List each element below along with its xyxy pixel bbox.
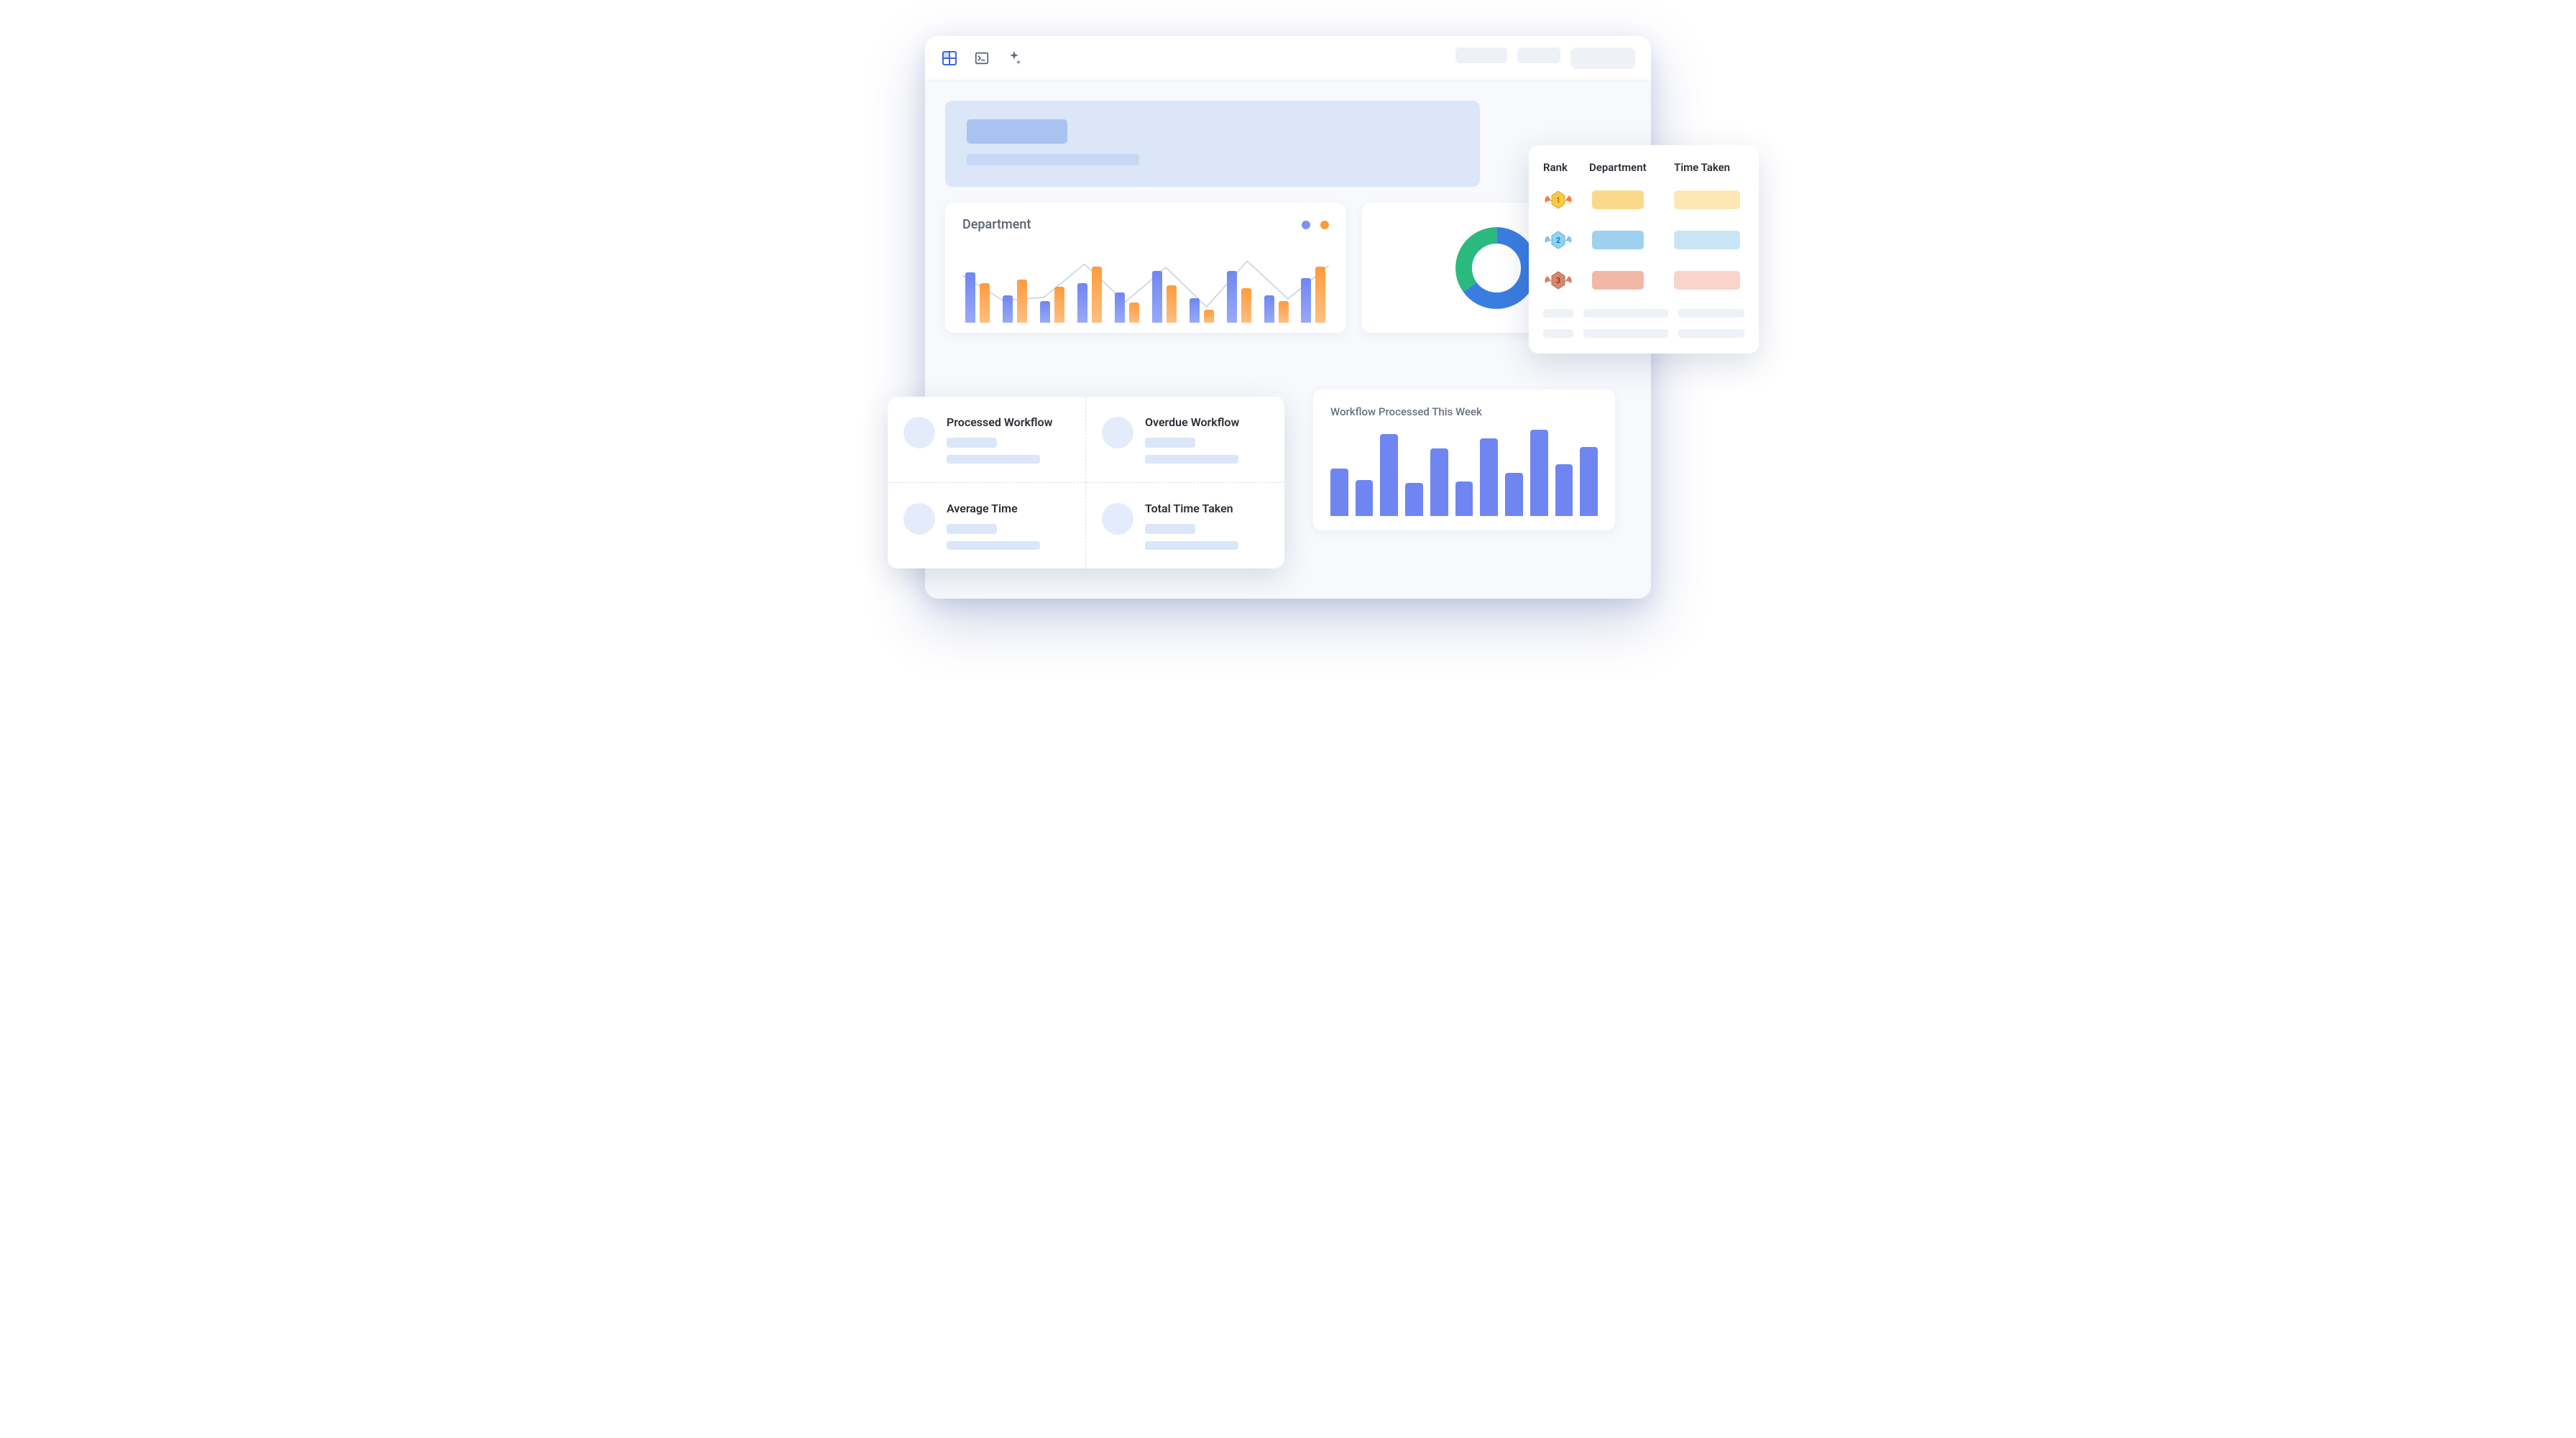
content: Department xyxy=(925,80,1651,599)
banner xyxy=(945,101,1480,187)
rank-row-3: 3 xyxy=(1543,269,1744,292)
department-title: Department xyxy=(962,217,1031,232)
legend-dot-b xyxy=(1320,221,1329,229)
metric-value-placeholder xyxy=(1145,438,1195,448)
metric-icon xyxy=(1102,417,1133,448)
toolbar-action-b[interactable] xyxy=(1517,47,1560,63)
metric-processed-workflow: Processed Workflow xyxy=(888,397,1086,483)
rank-dept-placeholder xyxy=(1592,190,1644,209)
rank-dept-placeholder xyxy=(1592,231,1644,249)
rank-row-ghost xyxy=(1543,329,1744,338)
rank-header-time: Time Taken xyxy=(1674,161,1744,174)
metric-sub-placeholder xyxy=(947,455,1040,464)
badge-gold-icon: 1 xyxy=(1543,188,1573,211)
metric-label: Processed Workflow xyxy=(947,415,1052,429)
metric-sub-placeholder xyxy=(1145,455,1238,464)
badge-silver-icon: 2 xyxy=(1543,229,1573,252)
metric-value-placeholder xyxy=(1145,524,1195,534)
metric-sub-placeholder xyxy=(1145,541,1238,550)
terminal-icon[interactable] xyxy=(974,50,990,66)
metric-label: Total Time Taken xyxy=(1145,502,1238,515)
metrics-card: Processed Workflow Overdue Workflow Aver… xyxy=(888,397,1284,568)
rank-row-2: 2 xyxy=(1543,229,1744,252)
rank-row-1: 1 xyxy=(1543,188,1744,211)
rank-header-rank: Rank xyxy=(1543,161,1589,174)
badge-bronze-icon: 3 xyxy=(1543,269,1573,292)
rank-time-placeholder xyxy=(1674,271,1740,290)
workflow-week-card: Workflow Processed This Week xyxy=(1313,390,1615,530)
donut-chart xyxy=(1453,225,1540,311)
workflow-week-title: Workflow Processed This Week xyxy=(1330,405,1598,418)
svg-text:3: 3 xyxy=(1556,276,1560,285)
department-card: Department xyxy=(945,203,1346,333)
metric-overdue-workflow: Overdue Workflow xyxy=(1086,397,1284,483)
metric-label: Average Time xyxy=(947,502,1040,515)
legend-dot-a xyxy=(1302,221,1310,229)
rank-time-placeholder xyxy=(1674,231,1740,249)
svg-text:1: 1 xyxy=(1556,195,1560,205)
sparkle-icon[interactable] xyxy=(1006,50,1023,67)
department-legend xyxy=(1302,221,1329,229)
app-window: Department xyxy=(925,36,1651,599)
rank-time-placeholder xyxy=(1674,190,1740,209)
svg-text:2: 2 xyxy=(1556,236,1560,245)
metric-icon xyxy=(903,417,935,448)
workflow-week-chart xyxy=(1330,430,1598,516)
banner-title-placeholder xyxy=(967,119,1067,144)
dashboard-icon[interactable] xyxy=(941,50,958,67)
metric-sub-placeholder xyxy=(947,541,1040,550)
toolbar xyxy=(925,36,1651,80)
metric-value-placeholder xyxy=(947,438,997,448)
rank-header-dept: Department xyxy=(1589,161,1674,174)
metric-icon xyxy=(903,503,935,535)
metric-total-time: Total Time Taken xyxy=(1086,483,1284,568)
banner-subtitle-placeholder xyxy=(967,154,1139,165)
metric-icon xyxy=(1102,503,1133,535)
rank-dept-placeholder xyxy=(1592,271,1644,290)
metric-label: Overdue Workflow xyxy=(1145,415,1239,429)
department-chart xyxy=(962,236,1329,323)
metric-average-time: Average Time xyxy=(888,483,1086,568)
rank-card: Rank Department Time Taken 1 xyxy=(1529,145,1759,354)
rank-header: Rank Department Time Taken xyxy=(1543,161,1744,174)
rank-row-ghost xyxy=(1543,309,1744,318)
toolbar-action-c[interactable] xyxy=(1570,47,1635,69)
metric-value-placeholder xyxy=(947,524,997,534)
toolbar-action-a[interactable] xyxy=(1455,47,1507,63)
